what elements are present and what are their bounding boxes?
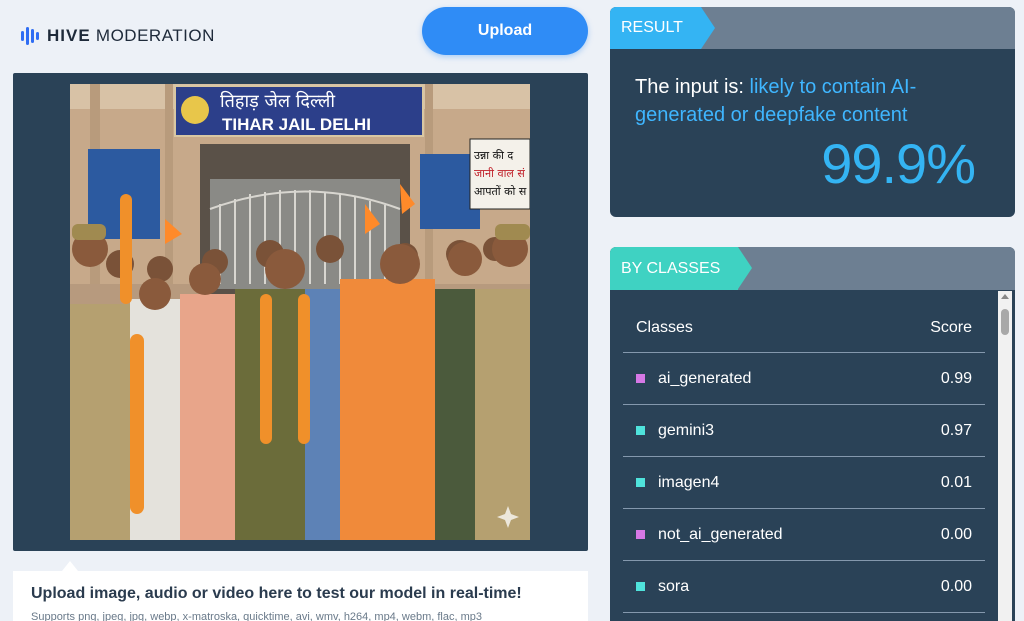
class-color-swatch (636, 530, 645, 539)
verdict-prefix: The input is: (635, 76, 750, 98)
upload-supported-formats: Supports png, jpeg, jpg, webp, x-matrosk… (31, 611, 482, 621)
class-color-swatch (636, 426, 645, 435)
upload-info-box: Upload image, audio or video here to tes… (13, 571, 588, 621)
class-row-not-ai-generated: not_ai_generated 0.00 (623, 509, 985, 561)
media-preview-panel: तिहाड़ जेल दिल्ली TIHAR JAIL DELHI उन्ना… (13, 73, 588, 551)
info-pointer (62, 561, 78, 571)
brand-name: HIVE MODERATION (47, 26, 215, 46)
classes-tag: BY CLASSES (610, 247, 753, 290)
result-tag: RESULT (610, 7, 715, 49)
class-score: 0.99 (940, 369, 972, 387)
classes-scrollbar[interactable] (998, 291, 1012, 621)
classes-table: Classes Score ai_generated 0.99 gemini3 … (623, 303, 985, 613)
classes-header: BY CLASSES (610, 247, 1015, 290)
brand-rest: MODERATION (90, 26, 215, 45)
placard-line2: जानी वाल सं (474, 167, 525, 180)
upload-button[interactable]: Upload (422, 7, 588, 55)
column-classes: Classes (636, 318, 693, 336)
uploaded-image: तिहाड़ जेल दिल्ली TIHAR JAIL DELHI उन्ना… (70, 84, 530, 540)
class-row-gemini3: gemini3 0.97 (623, 405, 985, 457)
result-card: RESULT The input is: likely to contain A… (610, 7, 1015, 217)
hive-logo-icon (21, 26, 39, 46)
class-name: sora (658, 577, 690, 595)
column-score: Score (930, 318, 972, 336)
class-color-swatch (636, 374, 645, 383)
class-score: 0.00 (940, 525, 972, 543)
sign-english-text: TIHAR JAIL DELHI (222, 115, 371, 134)
class-row-sora: sora 0.00 (623, 561, 985, 613)
class-name: imagen4 (658, 473, 720, 491)
class-name: ai_generated (658, 369, 752, 387)
hive-logo[interactable]: HIVE MODERATION (21, 26, 215, 46)
placard-line1: उन्ना की द (474, 149, 513, 162)
result-tag-label: RESULT (621, 19, 683, 36)
class-row-ai-generated: ai_generated 0.99 (623, 353, 985, 405)
result-score: 99.9% (821, 132, 976, 195)
upload-info-title: Upload image, audio or video here to tes… (31, 585, 522, 602)
class-score: 0.97 (940, 421, 972, 439)
scrollbar-thumb[interactable] (1001, 309, 1009, 335)
class-score: 0.01 (940, 473, 972, 491)
classes-tag-label: BY CLASSES (621, 259, 721, 277)
result-verdict: The input is: likely to contain AI-gener… (635, 73, 995, 129)
by-classes-card: BY CLASSES Classes Score ai_generated 0.… (610, 247, 1015, 621)
sign-hindi-text: तिहाड़ जेल दिल्ली (220, 90, 335, 112)
class-color-swatch (636, 478, 645, 487)
classes-table-header: Classes Score (623, 303, 985, 353)
class-name: not_ai_generated (658, 525, 783, 543)
class-score: 0.00 (940, 577, 972, 595)
brand-bold: HIVE (47, 26, 91, 45)
class-color-swatch (636, 582, 645, 591)
class-name: gemini3 (658, 421, 715, 439)
class-row-imagen4: imagen4 0.01 (623, 457, 985, 509)
placard-line3: आपतों को स (474, 185, 527, 198)
result-header: RESULT (610, 7, 1015, 49)
scroll-up-arrow-icon[interactable] (1001, 294, 1009, 299)
